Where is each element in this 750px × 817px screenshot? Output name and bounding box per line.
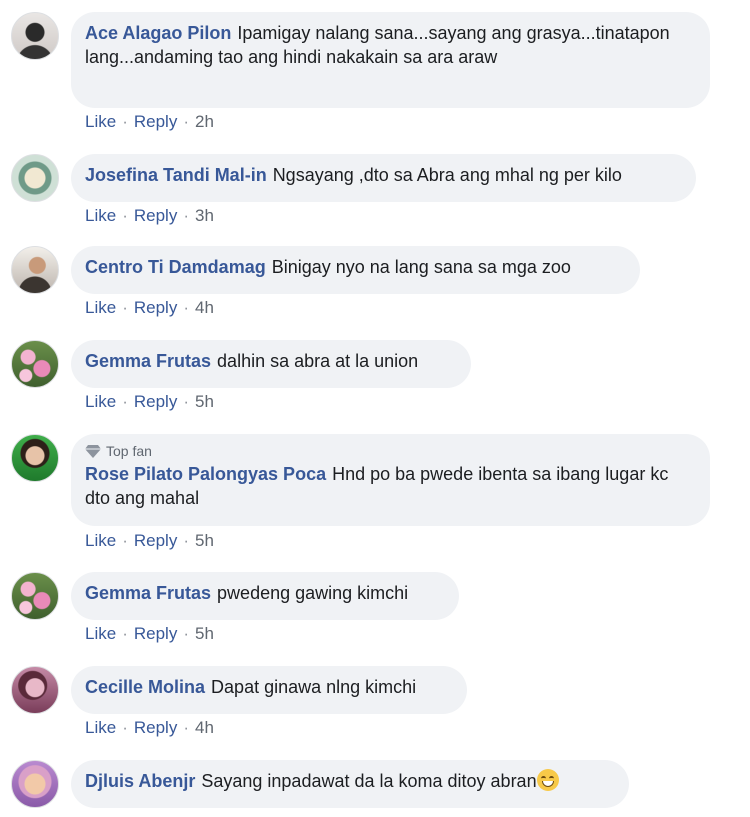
reply-link[interactable]: Reply (134, 298, 177, 317)
separator: · (122, 392, 128, 411)
separator: · (122, 531, 128, 550)
separator: · (183, 298, 189, 317)
separator: · (183, 531, 189, 550)
comment-actions: Like · Reply · 5h (85, 531, 214, 551)
comment-author[interactable]: Cecille Molina (85, 677, 205, 697)
reply-link[interactable]: Reply (134, 206, 177, 225)
comment-bubble: Top fan Rose Pilato Palongyas Poca Hnd po… (71, 434, 710, 526)
comment-actions: Like · Reply · 4h (85, 718, 214, 738)
comment-text: Binigay nyo na lang sana sa mga zoo (271, 257, 571, 277)
timestamp[interactable]: 4h (195, 718, 214, 737)
comment-text: Ngsayang ,dto sa Abra ang mhal ng per ki… (272, 165, 622, 185)
comment-actions: Like · Reply · 5h (85, 392, 214, 412)
like-link[interactable]: Like (85, 206, 116, 225)
comment-actions: Like · Reply · 5h (85, 624, 214, 644)
comment-author[interactable]: Djluis Abenjr (85, 771, 195, 791)
timestamp[interactable]: 5h (195, 624, 214, 643)
diamond-icon (85, 445, 101, 458)
reply-link[interactable]: Reply (134, 531, 177, 550)
like-link[interactable]: Like (85, 531, 116, 550)
comment-bubble: Djluis Abenjr Sayang inpadawat da la koma… (71, 760, 629, 808)
comment-bubble: Centro Ti Damdamag Binigay nyo na lang sa… (71, 246, 640, 294)
like-link[interactable]: Like (85, 392, 116, 411)
avatar[interactable] (11, 434, 59, 482)
avatar[interactable] (11, 246, 59, 294)
comment-text: Dapat ginawa nlng kimchi (211, 677, 417, 697)
reply-link[interactable]: Reply (134, 112, 177, 131)
separator: · (122, 624, 128, 643)
comment-bubble: Ace Alagao Pilon Ipamigay nalang sana...s… (71, 12, 710, 108)
timestamp[interactable]: 3h (195, 206, 214, 225)
comment-author[interactable]: Gemma Frutas (85, 583, 211, 603)
top-fan-badge: Top fan (85, 442, 696, 460)
timestamp[interactable]: 5h (195, 392, 214, 411)
timestamp[interactable]: 2h (195, 112, 214, 131)
avatar[interactable] (11, 340, 59, 388)
reply-link[interactable]: Reply (134, 624, 177, 643)
comment-author[interactable]: Ace Alagao Pilon (85, 23, 231, 43)
timestamp[interactable]: 5h (195, 531, 214, 550)
avatar[interactable] (11, 572, 59, 620)
like-link[interactable]: Like (85, 624, 116, 643)
comment-bubble: Gemma Frutas pwedeng gawing kimchi (71, 572, 459, 620)
separator: · (122, 298, 128, 317)
separator: · (183, 718, 189, 737)
reply-link[interactable]: Reply (134, 392, 177, 411)
avatar[interactable] (11, 666, 59, 714)
separator: · (183, 624, 189, 643)
separator: · (122, 206, 128, 225)
separator: · (183, 206, 189, 225)
avatar[interactable] (11, 12, 59, 60)
separator: · (122, 112, 128, 131)
separator: · (183, 112, 189, 131)
timestamp[interactable]: 4h (195, 298, 214, 317)
comment-text: dalhin sa abra at la union (217, 351, 419, 371)
like-link[interactable]: Like (85, 298, 116, 317)
comment-actions: Like · Reply · 2h (85, 112, 214, 132)
separator: · (183, 392, 189, 411)
comment-author[interactable]: Gemma Frutas (85, 351, 211, 371)
avatar[interactable] (11, 154, 59, 202)
comment-author[interactable]: Centro Ti Damdamag (85, 257, 266, 277)
like-link[interactable]: Like (85, 718, 116, 737)
comment-author[interactable]: Rose Pilato Palongyas Poca (85, 464, 326, 484)
comment-bubble: Cecille Molina Dapat ginawa nlng kimchi (71, 666, 467, 714)
reply-link[interactable]: Reply (134, 718, 177, 737)
comment-actions: Like · Reply · 3h (85, 206, 214, 226)
comment-bubble: Josefina Tandi Mal-in Ngsayang ,dto sa Ab… (71, 154, 696, 202)
comment-text: pwedeng gawing kimchi (217, 583, 409, 603)
top-fan-label: Top fan (106, 443, 152, 459)
avatar[interactable] (11, 760, 59, 808)
comment-actions: Like · Reply · 4h (85, 298, 214, 318)
like-link[interactable]: Like (85, 112, 116, 131)
comment-bubble: Gemma Frutas dalhin sa abra at la union (71, 340, 471, 388)
comment-author[interactable]: Josefina Tandi Mal-in (85, 165, 267, 185)
comment-text: Sayang inpadawat da la koma ditoy abran (201, 771, 537, 791)
grinning-face-emoji-icon (536, 769, 559, 791)
separator: · (122, 718, 128, 737)
